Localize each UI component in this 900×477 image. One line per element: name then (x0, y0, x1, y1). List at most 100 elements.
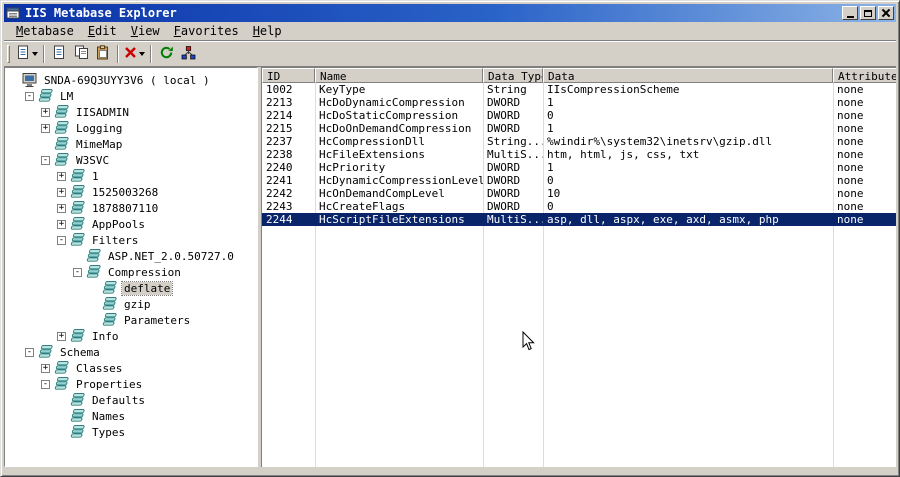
expand-toggle-icon[interactable]: + (57, 203, 66, 213)
table-row[interactable]: 2244 HcScriptFileExtensions MultiS... asp, … (262, 213, 896, 226)
expand-toggle-icon[interactable]: + (41, 123, 50, 133)
table-row[interactable]: 2241 HcDynamicCompressionLevel DWORD 0 none (262, 174, 896, 187)
table-row[interactable]: 2237 HcCompressionDll String... %windir%\sy… (262, 135, 896, 148)
collapse-toggle-icon[interactable]: - (41, 379, 50, 389)
tree-item-compression[interactable]: - Compression (5, 264, 257, 280)
tree-item-label[interactable]: 1 (90, 170, 101, 183)
expand-toggle-icon[interactable]: + (41, 107, 50, 117)
tree-item-filters[interactable]: - Filters (5, 232, 257, 248)
table-row[interactable]: 2238 HcFileExtensions MultiS... htm, html, … (262, 148, 896, 161)
new-value-button[interactable] (48, 43, 70, 65)
tree-item-deflate[interactable]: deflate (5, 280, 257, 296)
tree-item-lm[interactable]: - LM (5, 88, 257, 104)
table-row[interactable]: 2240 HcPriority DWORD 1 none (262, 161, 896, 174)
table-row[interactable]: 2215 HcDoOnDemandCompression DWORD 1 none (262, 122, 896, 135)
copy-button[interactable] (70, 43, 92, 65)
tree-item-label[interactable]: 1878807110 (90, 202, 160, 215)
collapse-toggle-icon[interactable]: - (25, 91, 34, 101)
table-row[interactable]: 2242 HcOnDemandCompLevel DWORD 10 none (262, 187, 896, 200)
tree-item-logging[interactable]: + Logging (5, 120, 257, 136)
tree-item-1878807110[interactable]: +1878807110 (5, 200, 257, 216)
tree-item-label[interactable]: 1525003268 (90, 186, 160, 199)
tree-item-label[interactable]: Logging (74, 122, 124, 135)
tree-item-asp-net-2-0-50727-0[interactable]: ASP.NET_2.0.50727.0 (5, 248, 257, 264)
collapse-toggle-icon[interactable]: - (73, 267, 82, 277)
tree-item-1525003268[interactable]: +1525003268 (5, 184, 257, 200)
collapse-toggle-icon[interactable]: - (41, 155, 50, 165)
tree-item-label[interactable]: Types (90, 426, 127, 439)
tree-item-label[interactable]: MimeMap (74, 138, 124, 151)
table-cell: 0 (547, 200, 554, 213)
tree-item-mimemap[interactable]: MimeMap (5, 136, 257, 152)
tree-item-label[interactable]: Schema (58, 346, 102, 359)
tree-item-parameters[interactable]: Parameters (5, 312, 257, 328)
delete-button[interactable] (122, 43, 147, 65)
paste-button[interactable] (92, 43, 114, 65)
menubar: Metabase Edit View Favorites Help (4, 23, 896, 41)
column-header-attributes[interactable]: Attributes (833, 68, 896, 83)
menu-help[interactable]: Help (246, 23, 289, 40)
expand-toggle-icon[interactable]: + (57, 331, 66, 341)
mouse-cursor (522, 330, 535, 354)
tree-item-label[interactable]: Properties (74, 378, 144, 391)
collapse-toggle-icon[interactable]: - (25, 347, 34, 357)
tree-item-info[interactable]: + Info (5, 328, 257, 344)
dropdown-arrow-icon[interactable] (32, 52, 38, 56)
connect-button[interactable] (177, 43, 199, 65)
tree-item-label[interactable]: Classes (74, 362, 124, 375)
column-header-name[interactable]: Name (315, 68, 483, 83)
tree-item-names[interactable]: Names (5, 408, 257, 424)
tree-item-1[interactable]: +1 (5, 168, 257, 184)
tree-item-properties[interactable]: - Properties (5, 376, 257, 392)
column-header-data[interactable]: Data (543, 68, 833, 83)
menu-edit[interactable]: Edit (81, 23, 124, 40)
expand-toggle-icon[interactable]: + (57, 187, 66, 197)
dropdown-arrow-icon[interactable] (139, 52, 145, 56)
minimize-button[interactable] (842, 6, 858, 20)
tree-item-label[interactable]: Compression (106, 266, 183, 279)
tree-item-label[interactable]: Names (90, 410, 127, 423)
table-cell: MultiS... (487, 213, 543, 226)
new-key-button[interactable] (14, 43, 40, 65)
toolbar-grip[interactable] (7, 45, 10, 63)
tree-item-defaults[interactable]: Defaults (5, 392, 257, 408)
tree-item-classes[interactable]: + Classes (5, 360, 257, 376)
tree-item-label[interactable]: ASP.NET_2.0.50727.0 (106, 250, 236, 263)
refresh-button[interactable] (155, 43, 177, 65)
maximize-button[interactable] (860, 6, 876, 20)
expand-toggle-icon[interactable]: + (57, 219, 66, 229)
tree-item-label[interactable]: SNDA-69Q3UYY3V6 ( local ) (42, 74, 212, 87)
tree-item-types[interactable]: Types (5, 424, 257, 440)
close-button[interactable] (878, 6, 894, 20)
tree-item-schema[interactable]: - Schema (5, 344, 257, 360)
expand-toggle-icon[interactable]: + (41, 363, 50, 373)
tree-item-label[interactable]: Parameters (122, 314, 192, 327)
table-row[interactable]: 2243 HcCreateFlags DWORD 0 none (262, 200, 896, 213)
tree-item-label[interactable]: IISADMIN (74, 106, 131, 119)
menu-view[interactable]: View (124, 23, 167, 40)
tree-item-label[interactable]: LM (58, 90, 75, 103)
table-row[interactable]: 1002 KeyType String IIsCompressionScheme non… (262, 83, 896, 96)
tree-item-label[interactable]: Filters (90, 234, 140, 247)
tree-item-snda-69q3uyy3v6-local[interactable]: SNDA-69Q3UYY3V6 ( local ) (5, 72, 257, 88)
table-cell: 2241 (266, 174, 293, 187)
tree-item-label[interactable]: AppPools (90, 218, 147, 231)
tree-item-label[interactable]: deflate (120, 280, 174, 296)
tree-item-label[interactable]: Defaults (90, 394, 147, 407)
tree-item-label[interactable]: gzip (122, 298, 153, 311)
menu-favorites[interactable]: Favorites (167, 23, 246, 40)
titlebar[interactable]: IIS Metabase Explorer (4, 4, 896, 22)
tree-item-gzip[interactable]: gzip (5, 296, 257, 312)
tree-item-label[interactable]: W3SVC (74, 154, 111, 167)
column-header-id[interactable]: ID (262, 68, 315, 83)
table-row[interactable]: 2213 HcDoDynamicCompression DWORD 1 none (262, 96, 896, 109)
column-header-data-type[interactable]: Data Type (483, 68, 543, 83)
expand-toggle-icon[interactable]: + (57, 171, 66, 181)
collapse-toggle-icon[interactable]: - (57, 235, 66, 245)
tree-item-w3svc[interactable]: - W3SVC (5, 152, 257, 168)
tree-item-label[interactable]: Info (90, 330, 121, 343)
menu-metabase[interactable]: Metabase (9, 23, 81, 40)
tree-item-apppools[interactable]: + AppPools (5, 216, 257, 232)
tree-item-iisadmin[interactable]: + IISADMIN (5, 104, 257, 120)
table-row[interactable]: 2214 HcDoStaticCompression DWORD 0 none (262, 109, 896, 122)
